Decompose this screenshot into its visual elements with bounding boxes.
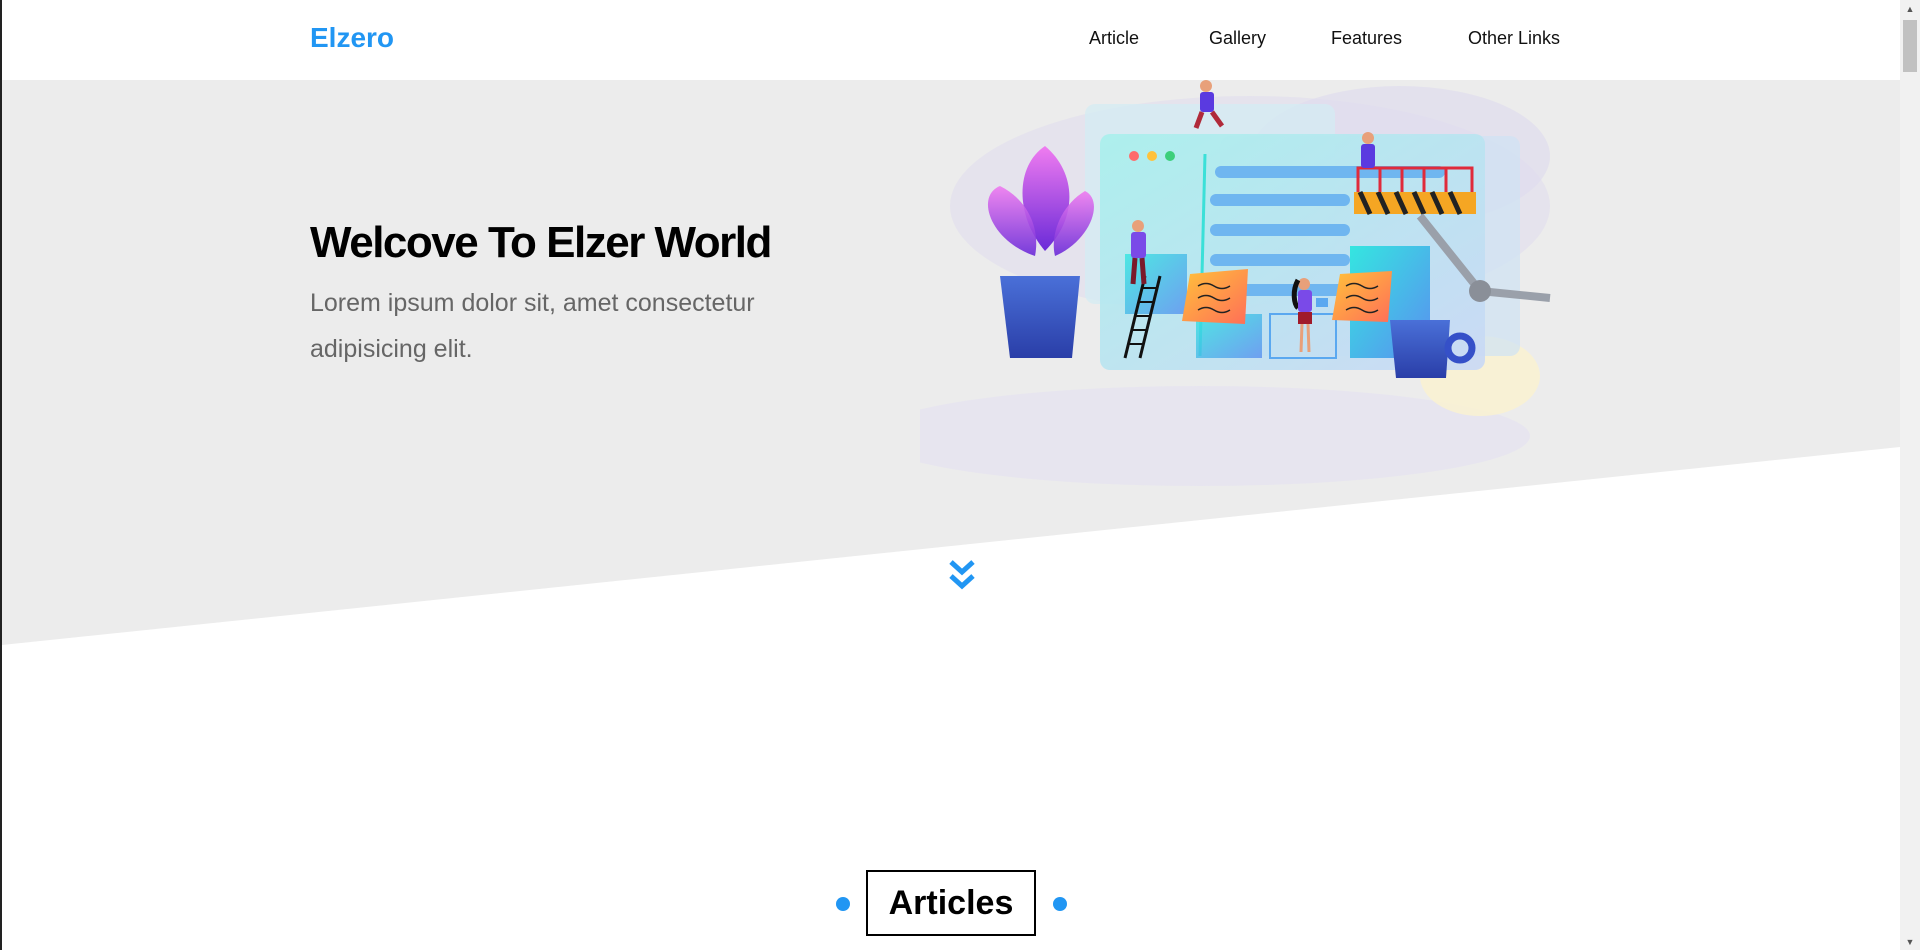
nav-link-gallery[interactable]: Gallery xyxy=(1209,28,1266,49)
site-header: Elzero Article Gallery Features Other Li… xyxy=(2,0,1900,80)
articles-section-header: Articles xyxy=(0,870,1900,936)
nav-link-features[interactable]: Features xyxy=(1331,28,1402,49)
scroll-up-arrow-icon[interactable]: ▲ xyxy=(1900,0,1920,17)
scrollbar-thumb[interactable] xyxy=(1903,20,1917,72)
left-dot-decoration xyxy=(836,897,850,911)
scroll-down-arrow-icon[interactable]: ▼ xyxy=(1900,933,1920,950)
site-logo[interactable]: Elzero xyxy=(310,22,394,54)
hero-title: Welcove To Elzer World xyxy=(310,218,772,267)
nav-link-other-links[interactable]: Other Links xyxy=(1468,28,1560,49)
website-building-illustration xyxy=(920,80,1551,486)
articles-title: Articles xyxy=(866,870,1036,936)
nav-link-article[interactable]: Article xyxy=(1089,28,1139,49)
hero-text: Lorem ipsum dolor sit, amet consectetur … xyxy=(310,289,755,363)
page-scrollbar[interactable]: ▲ ▼ xyxy=(1900,0,1920,950)
right-dot-decoration xyxy=(1053,897,1067,911)
double-chevron-down-icon[interactable] xyxy=(947,558,977,594)
